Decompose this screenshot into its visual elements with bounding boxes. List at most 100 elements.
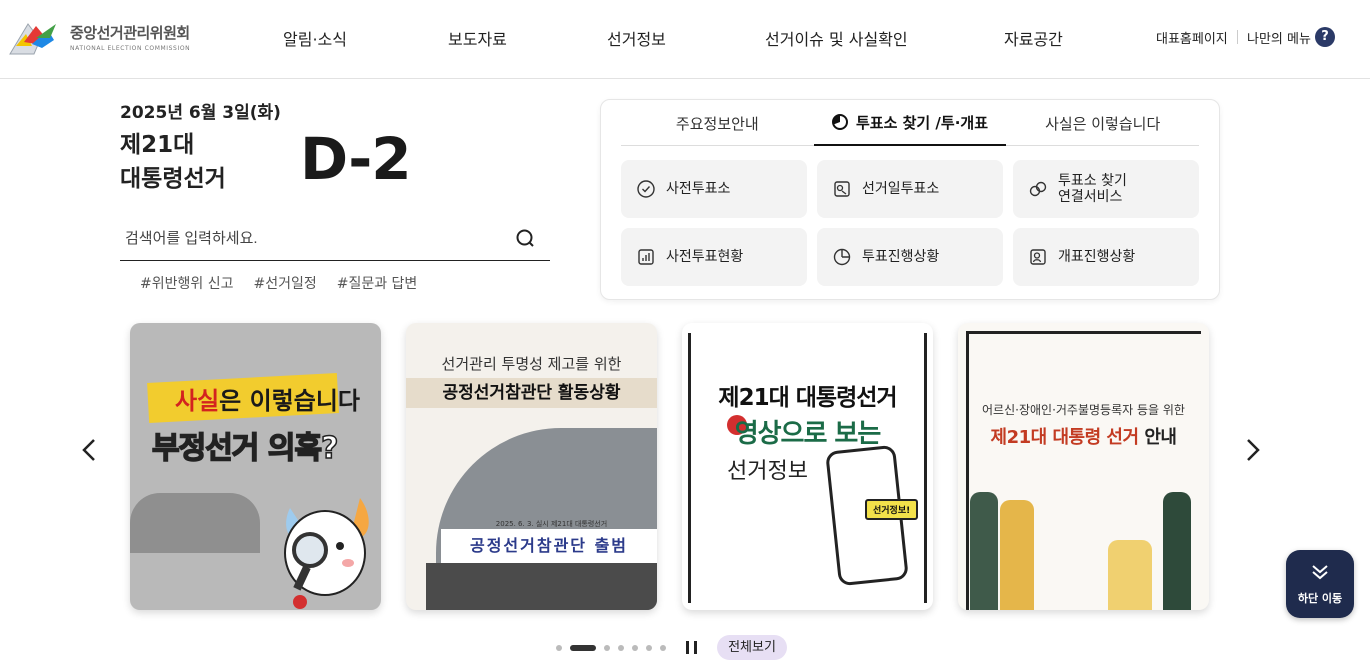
banner-card-observers[interactable]: 선거관리 투명성 제고를 위한 공정선거참관단 활동상황 2025. 6. 3.… <box>406 323 657 610</box>
nav-item-election-info[interactable]: 선거정보 <box>607 26 666 50</box>
figure-person <box>1163 492 1191 610</box>
tab-fact-check[interactable]: 사실은 이렇습니다 <box>1006 100 1199 146</box>
pagination-dot-active[interactable] <box>570 645 596 651</box>
my-menu-link[interactable]: 나만의 메뉴 <box>1247 28 1311 47</box>
nav-item-archive[interactable]: 자료공간 <box>1004 26 1063 50</box>
pause-bar <box>694 641 697 654</box>
banner-card-vulnerable-voters[interactable]: 어르신·장애인·거주불명등록자 등을 위한 제21대 대통령 선거 안내 <box>958 323 1209 610</box>
search-icon[interactable] <box>516 229 536 249</box>
site-logo[interactable]: 중앙선거관리위원회 NATIONAL ELECTION COMMISSION <box>6 16 190 58</box>
card-frame-left <box>966 331 969 610</box>
card-frame-top <box>966 331 1201 334</box>
search-input[interactable] <box>120 218 500 258</box>
main-homepage-link[interactable]: 대표홈페이지 <box>1156 28 1228 47</box>
search-tags: #위반행위 신고 #선거일정 #질문과 답변 <box>140 273 417 293</box>
ballot-icon <box>834 181 850 197</box>
carousel-prev-icon[interactable] <box>78 436 102 464</box>
card-title: 부정선거 의혹? <box>151 430 339 467</box>
tab-list: 주요정보안내 투표소 찾기 /투·개표 사실은 이렇습니다 <box>621 100 1199 146</box>
pagination-dot[interactable] <box>604 645 610 651</box>
carousel-next-icon[interactable] <box>1240 436 1264 464</box>
tag-qna[interactable]: #질문과 답변 <box>337 273 418 293</box>
title-accent: 제21대 대통령 선거 <box>990 427 1140 448</box>
logo-mark-icon <box>9 23 56 55</box>
tab-label: 주요정보안내 <box>675 114 759 133</box>
figure-elder-man <box>970 492 998 610</box>
service-election-day-station[interactable]: 선거일투표소 <box>817 160 1003 218</box>
election-title-line2: 대통령선거 <box>120 166 226 192</box>
pause-bar <box>686 641 689 654</box>
tag-schedule[interactable]: #선거일정 <box>253 273 316 293</box>
title-rest: 안내 <box>1138 427 1177 448</box>
card-headline: 사실은 이렇습니다 <box>175 381 360 416</box>
double-chevron-down-icon <box>1312 565 1328 580</box>
card-subtitle: 선거관리 투명성 제고를 위한 <box>441 355 622 373</box>
tag-violation-report[interactable]: #위반행위 신고 <box>140 273 233 293</box>
people-row <box>426 563 657 610</box>
carousel-pagination <box>556 640 666 656</box>
scroll-bottom-label: 하단 이동 <box>1297 592 1343 605</box>
headline-accent: 사실 <box>175 387 220 415</box>
card-title: 제21대 대통령선거 <box>718 385 897 411</box>
election-title-line1: 제21대 <box>120 132 195 158</box>
figure-wheelchair-user <box>1108 540 1152 610</box>
nav-item-fact-check[interactable]: 선거이슈 및 사실확인 <box>765 26 908 50</box>
pagination-dot[interactable] <box>632 645 638 651</box>
mascot-magnifier-illustration <box>284 498 369 609</box>
photo-banner-caption: 2025. 6. 3. 실시 제21대 대통령선거 <box>495 520 608 528</box>
sticker-badge: 선거정보! <box>865 499 919 520</box>
service-label: 사전투표현황 <box>666 249 744 265</box>
check-circle-icon <box>637 180 655 198</box>
service-find-station-link[interactable]: 투표소 찾기 연결서비스 <box>1013 160 1199 218</box>
banner-card-video-info[interactable]: 제21대 대통령선거 영상으로 보는 선거정보 선거정보! <box>682 323 933 610</box>
pagination-dot[interactable] <box>618 645 624 651</box>
headline-rest: 은 이렇습니다 <box>219 387 361 415</box>
view-all-button[interactable]: 전체보기 <box>717 635 787 660</box>
tab-label: 사실은 이렇습니다 <box>1045 114 1161 133</box>
service-label: 투표소 찾기 연결서비스 <box>1058 173 1127 205</box>
bar-chart-icon <box>638 249 654 265</box>
pause-icon[interactable] <box>686 641 698 654</box>
search-box <box>120 218 550 261</box>
person-check-icon <box>1030 249 1046 265</box>
service-early-voting-station[interactable]: 사전투표소 <box>621 160 807 218</box>
card-highlight: 영상으로 보는 <box>734 419 882 449</box>
help-icon[interactable]: ? <box>1315 27 1335 47</box>
nav-item-news[interactable]: 알림·소식 <box>283 26 347 50</box>
card-subtitle: 선거정보 <box>727 459 808 484</box>
tab-label: 투표소 찾기 /투·개표 <box>855 113 989 132</box>
logo-title: 중앙선거관리위원회 <box>70 24 190 42</box>
banner-card-fact-check[interactable]: 사실은 이렇습니다 부정선거 의혹? <box>130 323 381 610</box>
handshake-illustration <box>130 493 260 553</box>
d-day-counter: D-2 <box>300 125 412 193</box>
service-label: 선거일투표소 <box>862 181 940 197</box>
service-early-voting-status[interactable]: 사전투표현황 <box>621 228 807 286</box>
link-icon <box>1029 181 1047 197</box>
site-header: 중앙선거관리위원회 NATIONAL ELECTION COMMISSION 알… <box>0 0 1370 79</box>
service-grid: 사전투표소 선거일투표소 투표소 찾기 연결서비스 사전투표현황 투표진행상황 … <box>621 160 1199 286</box>
card-title: 공정선거참관단 활동상황 <box>406 378 657 408</box>
election-date: 2025년 6월 3일(화) <box>120 103 281 123</box>
service-voting-progress[interactable]: 투표진행상황 <box>817 228 1003 286</box>
util-divider <box>1237 30 1238 44</box>
figure-elder-woman <box>1000 500 1034 610</box>
card-title: 제21대 대통령 선거 안내 <box>958 423 1209 449</box>
nav-item-press[interactable]: 보도자료 <box>448 26 507 50</box>
info-tab-panel: 주요정보안내 투표소 찾기 /투·개표 사실은 이렇습니다 사전투표소 선거일투… <box>600 99 1220 300</box>
pagination-dot[interactable] <box>646 645 652 651</box>
card-subtitle: 어르신·장애인·거주불명등록자 등을 위한 <box>982 403 1185 417</box>
pie-chart-icon <box>833 248 851 266</box>
service-label: 개표진행상황 <box>1058 249 1136 265</box>
tab-polling-station[interactable]: 투표소 찾기 /투·개표 <box>813 100 1007 146</box>
logo-subtitle: NATIONAL ELECTION COMMISSION <box>70 45 191 52</box>
election-title: 제21대 대통령선거 <box>120 128 280 196</box>
service-counting-progress[interactable]: 개표진행상황 <box>1013 228 1199 286</box>
service-label: 투표진행상황 <box>862 249 940 265</box>
pagination-dot[interactable] <box>660 645 666 651</box>
photo-banner-text: 공정선거참관단 출범 <box>441 529 657 563</box>
tab-main-info[interactable]: 주요정보안내 <box>621 100 814 146</box>
scroll-bottom-button[interactable]: 하단 이동 <box>1286 550 1354 618</box>
service-label: 사전투표소 <box>666 181 731 197</box>
pagination-dot[interactable] <box>556 645 562 651</box>
pie-tab-icon <box>831 114 848 130</box>
